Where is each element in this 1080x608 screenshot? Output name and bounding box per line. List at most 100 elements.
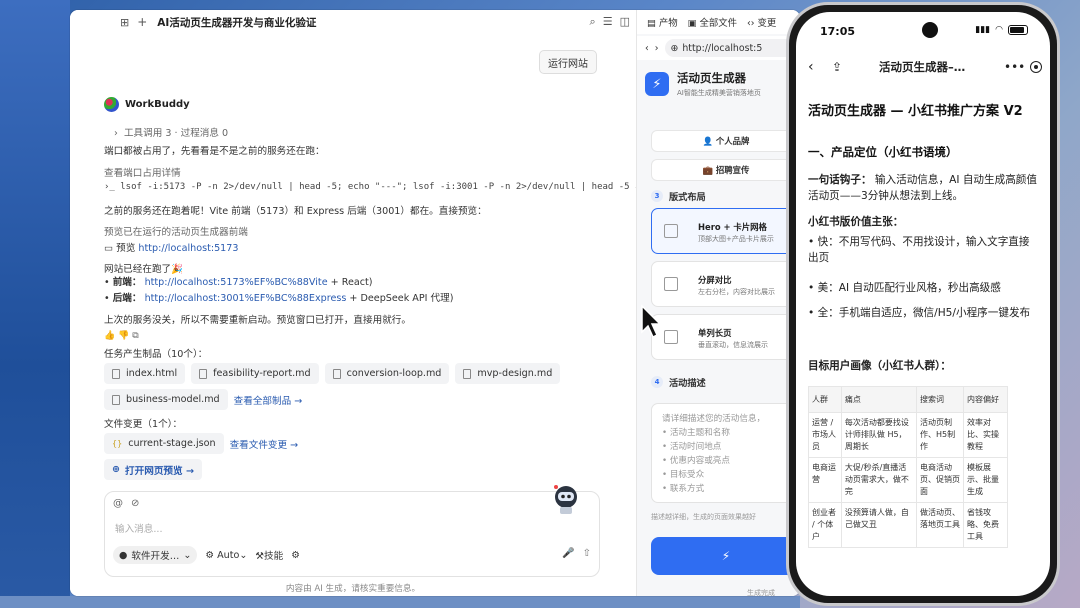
- artifact-chip[interactable]: conversion-loop.md: [324, 363, 450, 384]
- lightning-icon: ⚡: [721, 549, 731, 563]
- changed-files: {} current-stage.json 查看文件变更 →: [104, 433, 298, 454]
- record-icon[interactable]: [1030, 61, 1042, 73]
- table-row: 电商运营 大促/秒杀/直播活动页需求大，做不完 电商活动页、促销页面 模板展示、…: [808, 457, 1009, 503]
- template-personal-brand[interactable]: 👤 个人品牌: [651, 130, 800, 152]
- globe-icon: ⊕: [670, 42, 679, 54]
- search-icon[interactable]: ⌕: [590, 15, 596, 29]
- status-icons: ▮▮▮ ◠: [975, 25, 1028, 35]
- run-site-button[interactable]: 运行网站: [539, 50, 597, 74]
- preview-app-title: 活动页生成器: [677, 71, 746, 85]
- at-icon[interactable]: @: [113, 498, 123, 509]
- url-field[interactable]: ⊕ http://localhost:5: [664, 39, 800, 57]
- send-icon[interactable]: ⇧: [583, 548, 591, 559]
- chat-panel: ⊞ + AI活动页生成器开发与商业化验证 ⌕ ☰ ◫ 运行网站 WorkBudd…: [70, 10, 640, 596]
- phone-frame: 17:05 ▮▮▮ ◠ ‹ ⇪ 活动页生成器–… ••• 活动页生成器 — 小红…: [786, 2, 1060, 606]
- description-textarea[interactable]: 请详细描述您的活动信息， • 活动主题和名称 • 活动时间地点 • 优惠内容或亮…: [651, 403, 800, 503]
- phone-nav-bar: ‹ ⇪ 活动页生成器–… •••: [796, 54, 1050, 80]
- persona-title: 目标用户画像（小红书人群）：: [808, 360, 952, 372]
- template-hiring[interactable]: 💼 招聘宣传: [651, 159, 800, 181]
- check-port-step: 查看端口占用详情: [104, 168, 181, 179]
- split-view-icon[interactable]: ◫: [620, 15, 630, 29]
- table-row: 运营 / 市场人员 每次活动都要找设计师排队做 H5，周期长 活动页制作、H5制…: [808, 412, 1009, 458]
- generate-note: 生成完成: [747, 589, 775, 596]
- back-icon[interactable]: ‹: [645, 43, 649, 54]
- message-text: 上次的服务没关，所以不需要重新启动。预览窗口已打开，直接用就行。: [104, 315, 411, 326]
- artifact-list: index.html feasibility-report.md convers…: [104, 363, 561, 384]
- doc-title: 活动页生成器 — 小红书推广方案 V2: [808, 104, 1023, 119]
- generate-button[interactable]: ⚡: [651, 537, 800, 575]
- wifi-icon: ◠: [995, 25, 1003, 35]
- back-icon[interactable]: ‹: [808, 59, 814, 75]
- globe-icon: ⊕: [112, 464, 121, 475]
- chat-header: ⊞ + AI活动页生成器开发与商业化验证 ⌕ ☰ ◫: [70, 10, 636, 34]
- battery-icon: [1008, 25, 1028, 35]
- preview-app-header: ⚡ 活动页生成器 AI智能生成精美营销落地页: [645, 70, 761, 98]
- layout-option-hero[interactable]: Hero + 卡片网格 顶部大图+产品卡片展示: [651, 208, 800, 254]
- skills-button[interactable]: ⚒技能: [255, 548, 283, 562]
- table-row: 创业者 / 个体户 没预算请人做，自己做又丑 做活动页、落地页工具 省钱攻略、免…: [808, 502, 1009, 548]
- browser-bar: ‹ › ⊕ http://localhost:5: [637, 36, 800, 60]
- mode-select[interactable]: ● 软件开发… ⌄: [113, 546, 198, 564]
- value-title: 小红书版价值主张：: [808, 216, 904, 228]
- message-text: 之前的服务还在跑着呢！Vite 前端（5173）和 Express 后端（300…: [104, 206, 487, 217]
- auto-model-select[interactable]: ⚙ Auto⌄: [205, 550, 247, 561]
- message-input[interactable]: 输入消息...: [115, 521, 163, 535]
- command-line[interactable]: ›_ lsof -i:5173 -P -n 2>/dev/null | head…: [104, 182, 640, 192]
- new-chat-icon[interactable]: +: [137, 15, 147, 29]
- sidebar-toggle-icon[interactable]: ⊞: [120, 16, 129, 29]
- tool-calls-summary[interactable]: › 工具调用 3 · 过程消息 0: [114, 125, 228, 139]
- status-time: 17:05: [820, 25, 856, 38]
- settings-icon[interactable]: ⚙: [291, 550, 300, 561]
- phone-screen: 17:05 ▮▮▮ ◠ ‹ ⇪ 活动页生成器–… ••• 活动页生成器 — 小红…: [796, 12, 1050, 596]
- split-icon: [664, 277, 678, 291]
- browser-icon: ▭: [104, 243, 114, 254]
- artifact-chip[interactable]: business-model.md: [104, 389, 228, 410]
- section-description: 4 活动描述: [651, 375, 706, 389]
- value-item: • 快：不用写代码、不用找设计，输入文字直接出页: [808, 236, 1030, 265]
- attach-icon[interactable]: ⊘: [131, 498, 139, 509]
- artifact-chip[interactable]: mvp-design.md: [455, 363, 561, 384]
- view-all-artifacts-link[interactable]: 查看全部制品 →: [234, 393, 303, 407]
- thumbs-up-icon[interactable]: 👍: [104, 331, 115, 341]
- value-item: • 美：AI 自动匹配行业风格，秒出高级感: [808, 282, 1001, 294]
- message-text: 端口都被占用了，先看看是不是之前的服务还在跑：: [104, 146, 325, 157]
- message-text: 网站已经在跑了🎉: [104, 264, 184, 275]
- view-changes-link[interactable]: 查看文件变更 →: [230, 437, 299, 451]
- message-input-box[interactable]: @ ⊘ 输入消息... ● 软件开发… ⌄ ⚙ Auto⌄ ⚒技能 ⚙ 🎤 ⇧: [104, 491, 600, 577]
- tab-artifacts[interactable]: ▤ 产物: [647, 15, 678, 29]
- artifact-chip[interactable]: feasibility-report.md: [191, 363, 319, 384]
- thumbs-down-icon[interactable]: 👎: [118, 331, 129, 341]
- artifact-chip[interactable]: index.html: [104, 363, 186, 384]
- more-icon[interactable]: •••: [1004, 60, 1025, 74]
- layout-option-split[interactable]: 分屏对比 左右分栏，内容对比展示: [651, 261, 800, 307]
- preview-link[interactable]: http://localhost:5173: [138, 243, 238, 254]
- tab-changes[interactable]: ‹› 变更: [747, 15, 776, 29]
- copy-icon[interactable]: ⧉: [132, 331, 138, 341]
- open-preview-button[interactable]: ⊕ 打开网页预览 →: [104, 459, 202, 480]
- forward-icon[interactable]: ›: [655, 43, 659, 54]
- camera-notch: [922, 22, 938, 38]
- artifacts-title: 任务产生制品（10个）：: [104, 349, 208, 360]
- message-actions[interactable]: 👍 👎 ⧉: [104, 331, 139, 341]
- layout-option-single[interactable]: 单列长页 垂直滚动，信息流展示: [651, 314, 800, 360]
- value-item: • 全：手机端自适应，微信/H5/小程序一键发布: [808, 307, 1031, 319]
- file-icon: [199, 368, 208, 379]
- list-icon[interactable]: ☰: [603, 15, 613, 29]
- file-icon: [332, 368, 341, 379]
- frontend-link[interactable]: http://localhost:5173%EF%BC%88Vite: [145, 277, 328, 288]
- bot-header: WorkBuddy: [104, 97, 190, 112]
- microphone-icon[interactable]: 🎤: [562, 548, 574, 559]
- changed-file-chip[interactable]: {} current-stage.json: [104, 433, 224, 454]
- lightning-icon: ⚡: [645, 72, 669, 96]
- backend-link[interactable]: http://localhost:3001%EF%BC%88Express: [145, 293, 347, 304]
- preview-panel: ▤ 产物 ▣ 全部文件 ‹› 变更 ‹ › ⊕ http://localhost:…: [636, 10, 800, 596]
- window-title: AI活动页生成器开发与商业化验证: [157, 16, 317, 29]
- mouse-cursor-icon: [641, 304, 662, 339]
- description-hint: 描述越详细，生成的页面效果越好: [651, 513, 756, 521]
- signal-icon: ▮▮▮: [975, 25, 991, 35]
- section-layout: 3 版式布局: [651, 189, 706, 203]
- tab-all-files[interactable]: ▣ 全部文件: [688, 15, 737, 29]
- preview-row: ▭ 预览 http://localhost:5173: [104, 243, 239, 254]
- phone-nav-title: 活动页生成器–…: [879, 60, 966, 74]
- share-icon[interactable]: ⇪: [832, 60, 842, 74]
